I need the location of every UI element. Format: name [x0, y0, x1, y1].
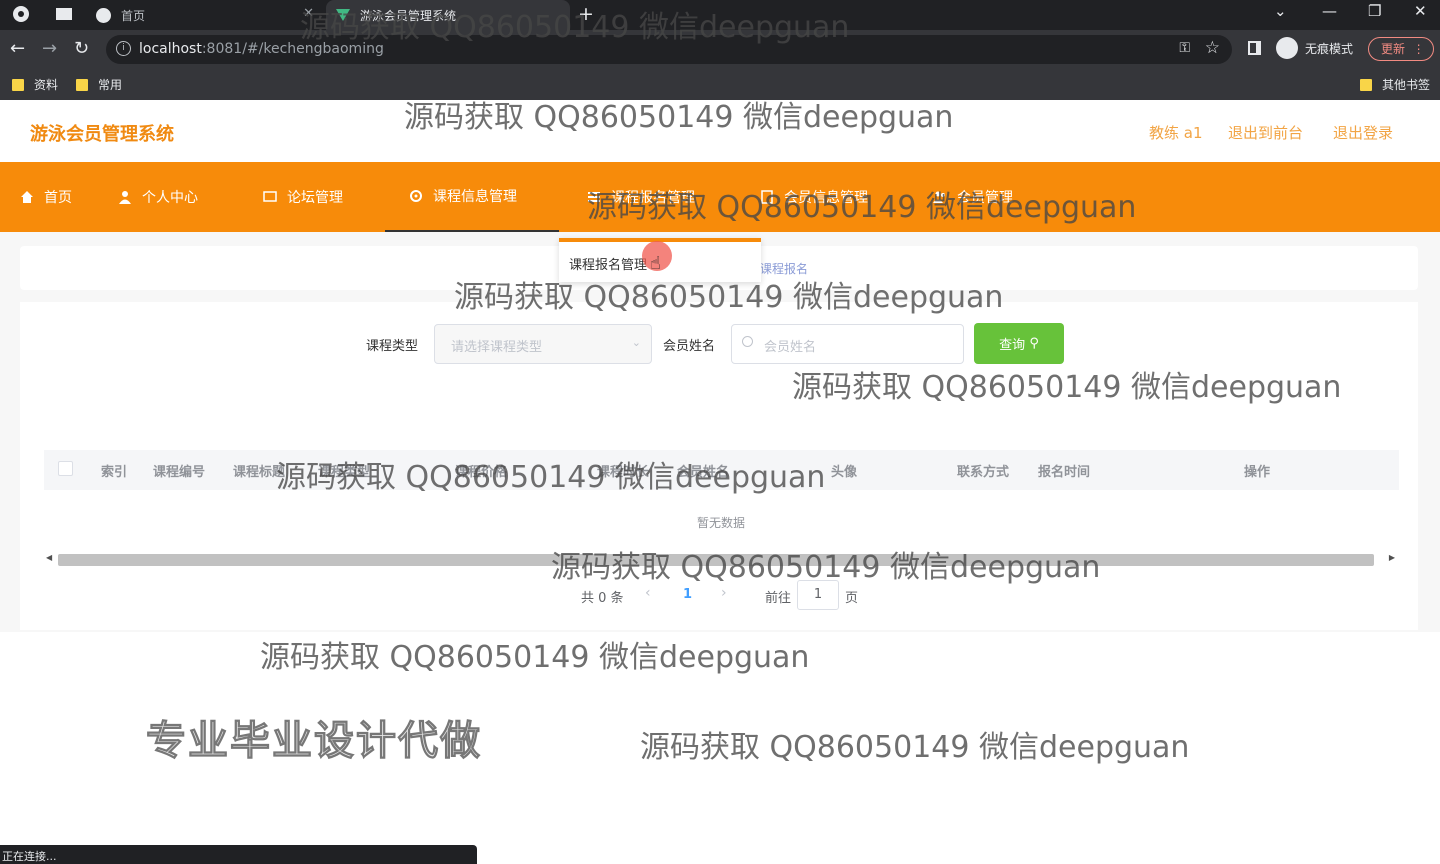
watermark: 源码获取 QQ86050149 微信deepguan — [792, 370, 1342, 405]
hand-cursor-icon: ☝ — [650, 253, 661, 274]
folder-icon — [76, 78, 88, 91]
browser-menu-icon[interactable] — [12, 5, 30, 23]
back-icon[interactable]: ← — [10, 38, 25, 59]
next-page-icon[interactable]: › — [721, 585, 727, 601]
watermark: 源码获取 QQ86050149 微信deepguan — [300, 10, 850, 45]
side-panel-icon[interactable] — [1248, 41, 1261, 55]
column-header: 头像 — [831, 465, 858, 480]
chevron-down-icon: ⌄ — [631, 336, 641, 349]
column-header: 联系方式 — [957, 465, 1010, 480]
chevron-down-icon[interactable]: ⌄ — [1274, 2, 1287, 20]
user-role: 教练 a1 — [1149, 124, 1203, 142]
promo-text: 专业毕业设计代做 — [146, 718, 482, 765]
search-icon: ⚲ — [1029, 336, 1039, 351]
bookmark-folder[interactable]: 资料 — [12, 76, 58, 93]
incognito-profile[interactable]: 无痕模式 — [1276, 37, 1353, 59]
course-type-label: 课程类型 — [366, 339, 419, 354]
watermark: 源码获取 QQ86050149 微信deepguan — [640, 730, 1190, 765]
info-icon[interactable]: i — [116, 41, 131, 56]
nav-item-course-info[interactable]: 课程信息管理 — [385, 162, 559, 232]
forward-icon[interactable]: → — [42, 38, 57, 59]
nav-item-forum[interactable]: 论坛管理 — [263, 162, 343, 232]
page-suffix: 页 — [845, 591, 859, 606]
column-header: 课程编号 — [153, 465, 206, 480]
close-window-icon[interactable]: ✕ — [1414, 2, 1427, 20]
home-icon — [21, 191, 33, 203]
pagination-current[interactable]: 1 — [683, 587, 692, 602]
forum-icon — [263, 191, 277, 202]
scroll-left-icon[interactable]: ◀ — [46, 553, 52, 562]
query-button[interactable]: 查询 ⚲ — [974, 323, 1064, 364]
key-icon[interactable]: ⚿ — [1179, 40, 1190, 56]
empty-state: 暂无数据 — [697, 516, 746, 530]
prev-page-icon[interactable]: ‹ — [645, 585, 651, 601]
watermark: 源码获取 QQ86050149 微信deepguan — [587, 190, 1137, 225]
tab-list-icon[interactable] — [55, 5, 73, 23]
watermark: 源码获取 QQ86050149 微信deepguan — [260, 640, 810, 675]
tab-label: 首页 — [121, 8, 146, 23]
dropdown-item-course-signup[interactable]: 课程报名管理 — [569, 254, 647, 273]
column-header: 操作 — [1244, 465, 1271, 480]
other-bookmarks[interactable]: 其他书签 — [1360, 76, 1430, 93]
logout-link[interactable]: 退出登录 — [1333, 122, 1393, 143]
status-text: 正在连接... — [2, 850, 57, 863]
course-type-select[interactable]: 请选择课程类型 ⌄ — [434, 324, 652, 364]
watermark: 源码获取 QQ86050149 微信deepguan — [404, 100, 954, 135]
tab-home[interactable]: 首页 ✕ — [88, 0, 324, 30]
bookmark-folder[interactable]: 常用 — [76, 76, 122, 93]
input-placeholder: 会员姓名 — [764, 340, 817, 355]
globe-icon — [96, 7, 111, 23]
watermark: 源码获取 QQ86050149 微信deepguan — [454, 280, 1004, 315]
member-name-label: 会员姓名 — [663, 339, 716, 354]
column-header: 索引 — [101, 465, 128, 480]
gear-icon — [410, 190, 422, 202]
update-button[interactable]: 更新 ⋮ — [1368, 37, 1434, 61]
nav-item-home[interactable]: 首页 — [20, 162, 72, 232]
watermark: 源码获取 QQ86050149 微信deepguan — [551, 550, 1101, 585]
goto-label: 前往 — [765, 591, 792, 606]
folder-icon — [12, 78, 24, 91]
app-logo: 游泳会员管理系统 — [30, 124, 174, 145]
back-to-front-link[interactable]: 退出到前台 — [1228, 122, 1303, 143]
folder-icon — [1360, 78, 1372, 91]
reload-icon[interactable]: ↻ — [74, 38, 89, 59]
column-header: 报名时间 — [1038, 465, 1091, 480]
user-icon — [119, 191, 131, 204]
pagination-total: 共 0 条 — [581, 591, 624, 606]
restore-icon[interactable]: ❐ — [1368, 2, 1381, 20]
browser-status-bar: 正在连接... — [0, 845, 477, 864]
nav-item-profile[interactable]: 个人中心 — [118, 162, 198, 232]
member-name-input[interactable]: 会员姓名 — [731, 324, 964, 364]
watermark: 源码获取 QQ86050149 微信deepguan — [276, 460, 826, 495]
search-icon — [742, 336, 753, 347]
minimize-icon[interactable]: — — [1322, 2, 1337, 20]
select-all-checkbox[interactable] — [58, 461, 73, 476]
star-icon[interactable]: ☆ — [1205, 38, 1220, 58]
incognito-icon — [1276, 37, 1298, 59]
scroll-right-icon[interactable]: ▶ — [1389, 553, 1395, 562]
profile-label: 无痕模式 — [1305, 41, 1354, 56]
select-placeholder: 请选择课程类型 — [451, 340, 543, 355]
